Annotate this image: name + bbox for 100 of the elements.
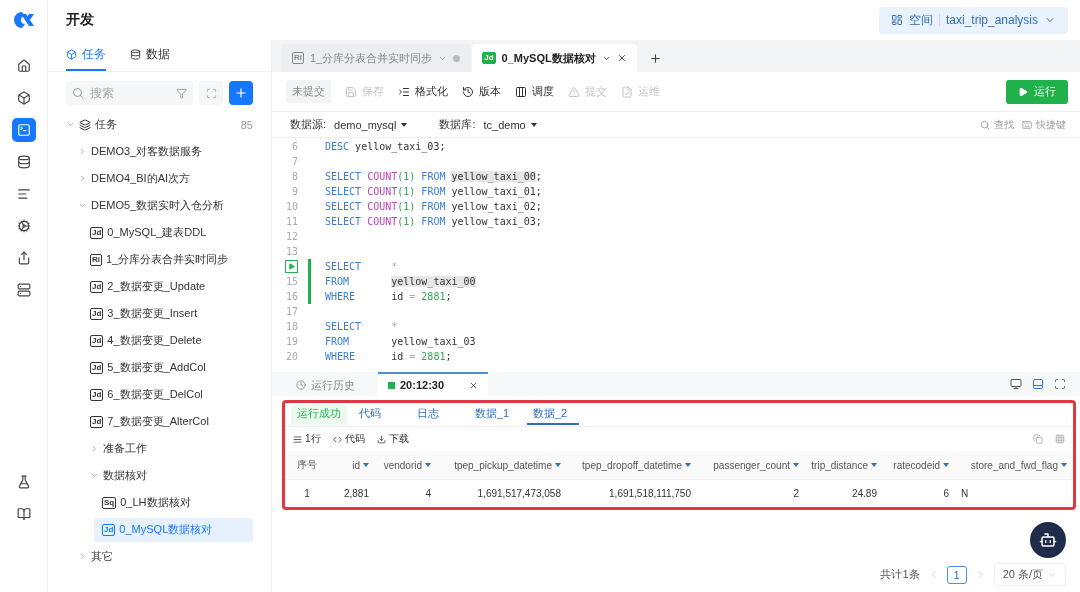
download-icon bbox=[376, 434, 386, 444]
file-type-badge: Jd bbox=[90, 388, 104, 401]
column-header[interactable]: ratecodeid bbox=[883, 451, 955, 479]
toolbar-button[interactable]: 格式化 bbox=[398, 84, 448, 99]
line-number: 10 bbox=[285, 201, 298, 212]
tree-folder[interactable]: 其它 bbox=[91, 549, 113, 564]
sort-caret-icon[interactable] bbox=[943, 463, 949, 467]
tree-item[interactable]: Jd 2_数据变更_Update bbox=[82, 274, 253, 299]
page-size-select[interactable]: 20 条/页 bbox=[993, 563, 1066, 586]
table-cell: N bbox=[955, 479, 1073, 507]
line-number: 15 bbox=[285, 276, 298, 287]
tree-item[interactable]: Jd 0_MySQL_建表DDL bbox=[82, 220, 253, 245]
sort-caret-icon[interactable] bbox=[685, 463, 691, 467]
status-tag: 未提交 bbox=[286, 80, 331, 103]
assistant-button[interactable] bbox=[1030, 522, 1066, 558]
tree-folder[interactable]: 数据核对 bbox=[103, 468, 147, 483]
database-icon bbox=[130, 49, 141, 60]
code-line: SELECT COUNT(1) FROM yellow_taxi_01; bbox=[325, 186, 542, 197]
tree-item[interactable]: Sq 0_LH数据核对 bbox=[94, 490, 253, 515]
tree-folder[interactable]: DEMO4_BI的AI次方 bbox=[91, 171, 191, 186]
result-data-tab[interactable]: 数据_1 bbox=[469, 404, 521, 425]
result-tool[interactable]: 代码 bbox=[332, 432, 365, 446]
result-data-tab[interactable]: 日志 bbox=[411, 404, 463, 425]
result-tool[interactable]: 下载 bbox=[376, 432, 409, 446]
search-icon bbox=[980, 119, 990, 130]
toolbar-button[interactable]: 版本 bbox=[462, 84, 501, 99]
line-number: 18 bbox=[285, 321, 298, 332]
space-selector[interactable]: 空间 taxi_trip_analysis bbox=[878, 6, 1068, 34]
sidebar-tab[interactable]: 任务 bbox=[66, 40, 106, 71]
code-line: DESC yellow_taxi_03; bbox=[325, 141, 446, 152]
file-type-badge: Jd bbox=[482, 52, 496, 64]
result-tab[interactable]: 20:12:30 bbox=[378, 372, 488, 396]
file-type-badge: Jd bbox=[90, 334, 104, 347]
search-field[interactable]: 搜索 bbox=[88, 83, 172, 103]
result-tab[interactable]: 运行历史 bbox=[286, 372, 378, 396]
robot-icon bbox=[1039, 531, 1057, 549]
tree-item-label: 1_分库分表合并实时同步 bbox=[106, 252, 229, 267]
column-header[interactable]: trip_distance bbox=[805, 451, 883, 479]
file-tab[interactable]: Jd 0_MySQL数据核对 bbox=[472, 44, 637, 72]
close-icon[interactable] bbox=[469, 380, 478, 390]
cube-icon bbox=[66, 49, 77, 60]
tree-item-label: 0_MySQL_建表DDL bbox=[107, 225, 207, 240]
tree-item[interactable]: Ri 1_分库分表合并实时同步 bbox=[82, 247, 253, 272]
tree-item[interactable]: Jd 0_MySQL数据核对 bbox=[94, 517, 253, 542]
file-type-badge: Ri bbox=[292, 52, 304, 64]
result-data-tab[interactable]: 数据_2 bbox=[527, 404, 579, 425]
tree-item[interactable]: Jd 3_数据变更_Insert bbox=[82, 301, 253, 326]
split-pane-icon[interactable] bbox=[1032, 378, 1044, 390]
sort-caret-icon[interactable] bbox=[793, 463, 799, 467]
column-header[interactable]: 序号 bbox=[285, 451, 329, 479]
terminal-icon[interactable] bbox=[11, 118, 36, 142]
result-tool[interactable]: 1行 bbox=[293, 432, 321, 446]
tree-item-label: 3_数据变更_Insert bbox=[107, 306, 198, 321]
tree-folder[interactable]: DEMO5_数据实时入仓分析 bbox=[91, 198, 225, 213]
pane-icon[interactable] bbox=[1010, 378, 1022, 390]
tree-folder[interactable]: 任务 bbox=[95, 117, 117, 132]
file-icon bbox=[621, 85, 633, 98]
column-header[interactable]: id bbox=[329, 451, 375, 479]
sort-caret-icon[interactable] bbox=[425, 463, 431, 467]
sort-caret-icon[interactable] bbox=[363, 463, 369, 467]
tree-item[interactable]: Jd 7_数据变更_AlterCol bbox=[82, 409, 253, 434]
database-select[interactable]: tc_demo bbox=[483, 118, 537, 131]
fullscreen-icon[interactable] bbox=[1054, 378, 1066, 390]
column-header[interactable]: passenger_count bbox=[697, 451, 805, 479]
code-line: WHERE id = 2881; bbox=[325, 291, 452, 302]
file-type-badge: Jd bbox=[90, 415, 104, 428]
code-line: WHERE id = 2881; bbox=[325, 351, 452, 362]
sort-caret-icon[interactable] bbox=[555, 463, 561, 467]
code-line: SELECT * bbox=[325, 321, 398, 332]
sort-caret-icon[interactable] bbox=[1061, 463, 1067, 467]
caret-icon bbox=[401, 122, 408, 127]
tree-folder[interactable]: 准备工作 bbox=[103, 441, 147, 456]
keyboard-icon bbox=[1022, 119, 1032, 130]
line-number: 16 bbox=[285, 291, 298, 302]
status-square bbox=[388, 381, 395, 389]
column-header[interactable]: tpep_dropoff_datetime bbox=[567, 451, 697, 479]
total-count: 共计1条 bbox=[880, 567, 920, 582]
tree-item-label: 5_数据变更_AddCol bbox=[107, 360, 206, 375]
tree-item[interactable]: Jd 4_数据变更_Delete bbox=[82, 328, 253, 353]
column-header[interactable]: store_and_fwd_flag bbox=[955, 451, 1073, 479]
line-number: 7 bbox=[291, 156, 298, 167]
line-number: 11 bbox=[285, 216, 298, 227]
tree-item[interactable]: Jd 6_数据变更_DelCol bbox=[82, 382, 253, 407]
table-cell: 1,691,517,473,058 bbox=[437, 479, 567, 507]
page-number[interactable]: 1 bbox=[946, 565, 967, 584]
tree-item-label: 0_MySQL数据核对 bbox=[119, 522, 213, 537]
sidebar-tab[interactable]: 数据 bbox=[130, 40, 170, 71]
add-button[interactable] bbox=[229, 81, 253, 105]
tree-item[interactable]: Jd 5_数据变更_AddCol bbox=[82, 355, 253, 380]
sort-caret-icon[interactable] bbox=[871, 463, 877, 467]
file-type-badge: Jd bbox=[90, 307, 104, 320]
close-icon[interactable] bbox=[616, 53, 627, 63]
line-number: 13 bbox=[285, 246, 298, 257]
datasource-select[interactable]: demo_mysql bbox=[334, 118, 408, 131]
result-data-tab[interactable]: 代码 bbox=[353, 404, 405, 425]
column-header[interactable]: tpep_pickup_datetime bbox=[437, 451, 567, 479]
column-header[interactable]: vendorid bbox=[375, 451, 437, 479]
toolbar-button[interactable]: 调度 bbox=[515, 84, 554, 99]
tree-folder[interactable]: DEMO3_对客数据服务 bbox=[91, 144, 203, 159]
search-box[interactable]: 搜索 bbox=[66, 81, 193, 105]
